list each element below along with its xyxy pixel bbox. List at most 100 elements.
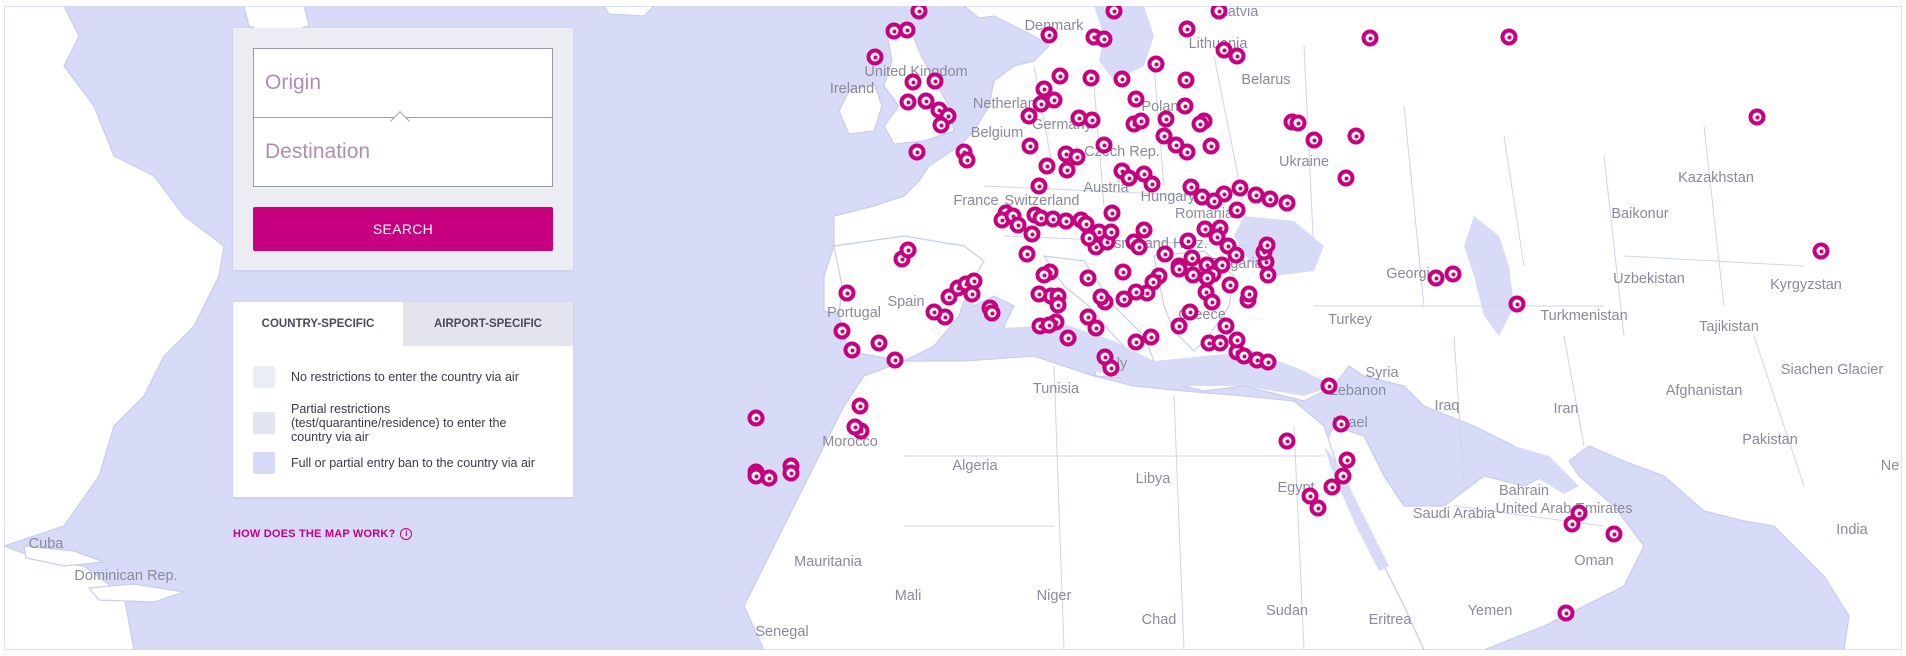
airport-marker[interactable] (1323, 478, 1341, 496)
airport-marker[interactable] (1049, 296, 1067, 314)
airport-marker[interactable] (1115, 290, 1133, 308)
airport-marker[interactable] (898, 21, 916, 39)
airport-marker[interactable] (1177, 71, 1195, 89)
airport-marker[interactable] (1147, 55, 1165, 73)
airport-marker[interactable] (1812, 242, 1830, 260)
airport-marker[interactable] (1083, 111, 1101, 129)
airport-marker[interactable] (1202, 137, 1220, 155)
airport-marker[interactable] (1221, 276, 1239, 294)
airport-marker[interactable] (1500, 28, 1518, 46)
airport-marker[interactable] (1143, 175, 1161, 193)
airport-marker[interactable] (1261, 190, 1279, 208)
airport-marker[interactable] (782, 464, 800, 482)
airport-marker[interactable] (1096, 348, 1114, 366)
airport-marker[interactable] (1023, 225, 1041, 243)
airport-marker[interactable] (1179, 232, 1197, 250)
airport-marker[interactable] (1748, 108, 1766, 126)
tab-country-specific[interactable]: COUNTRY-SPECIFIC (233, 302, 403, 346)
airport-marker[interactable] (1040, 26, 1058, 44)
airport-marker[interactable] (1157, 110, 1175, 128)
airport-marker[interactable] (1156, 245, 1174, 263)
airport-marker[interactable] (1087, 319, 1105, 337)
airport-marker[interactable] (833, 322, 851, 340)
airport-marker[interactable] (1038, 157, 1056, 175)
tab-airport-specific[interactable]: AIRPORT-SPECIFIC (403, 302, 573, 346)
airport-marker[interactable] (925, 303, 943, 321)
airport-marker[interactable] (1103, 204, 1121, 222)
airport-marker[interactable] (1228, 201, 1246, 219)
airport-marker[interactable] (1228, 331, 1246, 349)
airport-marker[interactable] (1278, 432, 1296, 450)
airport-marker[interactable] (1427, 269, 1445, 287)
airport-marker[interactable] (1289, 114, 1307, 132)
airport-marker[interactable] (1058, 161, 1076, 179)
airport-marker[interactable] (1092, 288, 1110, 306)
airport-marker[interactable] (851, 397, 869, 415)
search-button[interactable]: SEARCH (253, 207, 553, 251)
airport-marker[interactable] (1203, 293, 1221, 311)
airport-marker[interactable] (1102, 223, 1120, 241)
airport-marker[interactable] (963, 285, 981, 303)
airport-marker[interactable] (926, 72, 944, 90)
airport-marker[interactable] (843, 341, 861, 359)
airport-marker[interactable] (1079, 269, 1097, 287)
airport-marker[interactable] (866, 48, 884, 66)
airport-marker[interactable] (1258, 236, 1276, 254)
airport-marker[interactable] (958, 151, 976, 169)
airport-marker[interactable] (1191, 115, 1209, 133)
airport-marker[interactable] (1338, 451, 1356, 469)
airport-marker[interactable] (1178, 143, 1196, 161)
airport-marker[interactable] (1051, 67, 1069, 85)
airport-marker[interactable] (1181, 303, 1199, 321)
airport-marker[interactable] (1127, 90, 1145, 108)
airport-marker[interactable] (1176, 97, 1194, 115)
airport-marker[interactable] (1030, 177, 1048, 195)
airport-marker[interactable] (1080, 229, 1098, 247)
airport-marker[interactable] (1040, 316, 1058, 334)
airport-marker[interactable] (904, 73, 922, 91)
origin-input[interactable]: Origin (253, 48, 553, 118)
airport-marker[interactable] (1337, 169, 1355, 187)
airport-marker[interactable] (1020, 107, 1038, 125)
airport-marker[interactable] (1184, 266, 1202, 284)
airport-marker[interactable] (1095, 30, 1113, 48)
airport-marker[interactable] (932, 116, 950, 134)
airport-marker[interactable] (1142, 328, 1160, 346)
airport-marker[interactable] (1228, 47, 1246, 65)
airport-marker[interactable] (760, 469, 778, 487)
airport-marker[interactable] (1605, 525, 1623, 543)
airport-marker[interactable] (1305, 131, 1323, 149)
airport-marker[interactable] (1309, 499, 1327, 517)
airport-marker[interactable] (1113, 70, 1131, 88)
airport-marker[interactable] (899, 241, 917, 259)
airport-marker[interactable] (1444, 265, 1462, 283)
airport-marker[interactable] (1347, 127, 1365, 145)
airport-marker[interactable] (838, 284, 856, 302)
airport-marker[interactable] (870, 334, 888, 352)
airport-marker[interactable] (1114, 263, 1132, 281)
airport-marker[interactable] (1332, 415, 1350, 433)
airport-marker[interactable] (1178, 20, 1196, 38)
airport-marker[interactable] (1059, 329, 1077, 347)
airport-marker[interactable] (983, 304, 1001, 322)
airport-marker[interactable] (1240, 285, 1258, 303)
how-map-works-link[interactable]: HOW DOES THE MAP WORK? i (233, 528, 413, 540)
airport-marker[interactable] (908, 143, 926, 161)
airport-marker[interactable] (1557, 604, 1575, 622)
airport-marker[interactable] (886, 351, 904, 369)
airport-marker[interactable] (1021, 137, 1039, 155)
airport-marker[interactable] (1361, 29, 1379, 47)
airport-marker[interactable] (1095, 136, 1113, 154)
airport-marker[interactable] (846, 418, 864, 436)
airport-marker[interactable] (1130, 238, 1148, 256)
airport-marker[interactable] (1508, 295, 1526, 313)
airport-marker[interactable] (899, 93, 917, 111)
airport-marker[interactable] (1170, 317, 1188, 335)
airport-marker[interactable] (1018, 245, 1036, 263)
airport-marker[interactable] (1320, 377, 1338, 395)
airport-marker[interactable] (1135, 221, 1153, 239)
airport-marker[interactable] (1035, 266, 1053, 284)
airport-marker[interactable] (1211, 334, 1229, 352)
airport-marker[interactable] (1570, 504, 1588, 522)
airport-marker[interactable] (1205, 192, 1223, 210)
